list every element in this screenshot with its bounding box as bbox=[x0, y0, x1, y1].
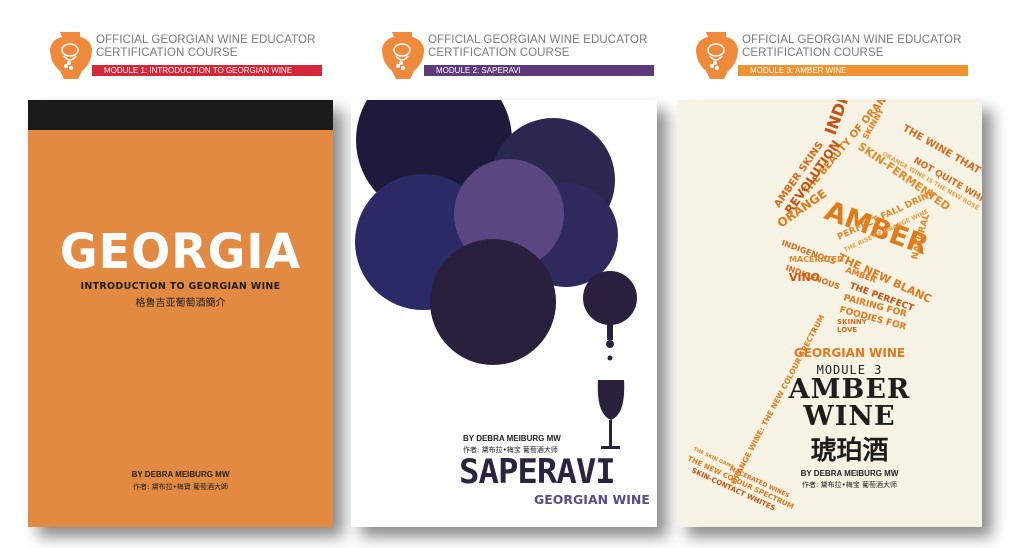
book-title: SAPERAVI bbox=[459, 452, 616, 492]
module-1-banner: MODULE 1: INTRODUCTION TO GEORGIAN WINE bbox=[92, 65, 322, 76]
course-title-line-1: OFFICIAL GEORGIAN WINE EDUCATOR bbox=[428, 34, 648, 46]
module-2-banner: MODULE 2: SAPERAVI bbox=[424, 65, 654, 76]
word-cloud-word: LOVE bbox=[837, 326, 857, 334]
book-cover-georgia[interactable]: GEORGIA INTRODUCTION TO GEORGIAN WINE 格鲁… bbox=[28, 100, 333, 527]
wine-drop bbox=[606, 340, 614, 348]
wine-drip bbox=[607, 324, 613, 340]
course-title-line-2: CERTIFICATION COURSE bbox=[428, 47, 570, 59]
book-author-chinese: 作者: 黛布拉•梅宝 葡萄酒大师 bbox=[802, 481, 897, 489]
book-series-label: GEORGIAN WINE bbox=[793, 346, 906, 360]
grape-circle bbox=[583, 271, 637, 325]
word-cloud-word: SKINNY bbox=[837, 318, 868, 326]
grape-circle bbox=[430, 239, 556, 365]
amphora-logo-icon bbox=[50, 32, 92, 79]
cover-top-band bbox=[28, 100, 333, 130]
book-title-chinese: 琥珀酒 bbox=[810, 436, 889, 466]
book-author-chinese: 作者: 黛布拉•梅寶 葡萄酒大師 bbox=[133, 483, 228, 491]
book-title: GEORGIA bbox=[59, 222, 302, 280]
book-title-line-2: WINE bbox=[803, 401, 896, 432]
wine-drop bbox=[607, 355, 613, 361]
course-title-line-2: CERTIFICATION COURSE bbox=[742, 47, 884, 59]
amphora-logo-icon bbox=[382, 32, 424, 79]
wine-glass-icon bbox=[597, 380, 625, 420]
book-author: BY DEBRA MEIBURG MW bbox=[131, 470, 230, 479]
word-cloud-word: MACERATED bbox=[789, 255, 844, 264]
book-author: BY DEBRA MEIBURG MW bbox=[800, 469, 899, 478]
book-subtitle: GEORGIAN WINE bbox=[534, 492, 650, 507]
course-title-line-1: OFFICIAL GEORGIAN WINE EDUCATOR bbox=[96, 34, 316, 46]
module-3-banner: MODULE 3: AMBER WINE bbox=[738, 65, 968, 76]
book-cover-amber-wine[interactable]: AMBER INDIGENOUS SKIN-FERMENTED THE WINE… bbox=[677, 100, 982, 527]
book-subtitle: INTRODUCTION TO GEORGIAN WINE bbox=[80, 281, 281, 292]
amphora-logo-icon bbox=[696, 32, 738, 79]
book-subtitle-chinese: 格鲁吉亚葡萄酒簡介 bbox=[135, 298, 226, 309]
book-cover-saperavi[interactable]: BY DEBRA MEIBURG MW 作者: 黛布拉•梅宝 葡萄酒大师 SAP… bbox=[351, 100, 657, 527]
book-author: BY DEBRA MEIBURG MW bbox=[463, 434, 561, 443]
course-title-line-2: CERTIFICATION COURSE bbox=[96, 47, 238, 59]
course-title-line-1: OFFICIAL GEORGIAN WINE EDUCATOR bbox=[742, 34, 962, 46]
